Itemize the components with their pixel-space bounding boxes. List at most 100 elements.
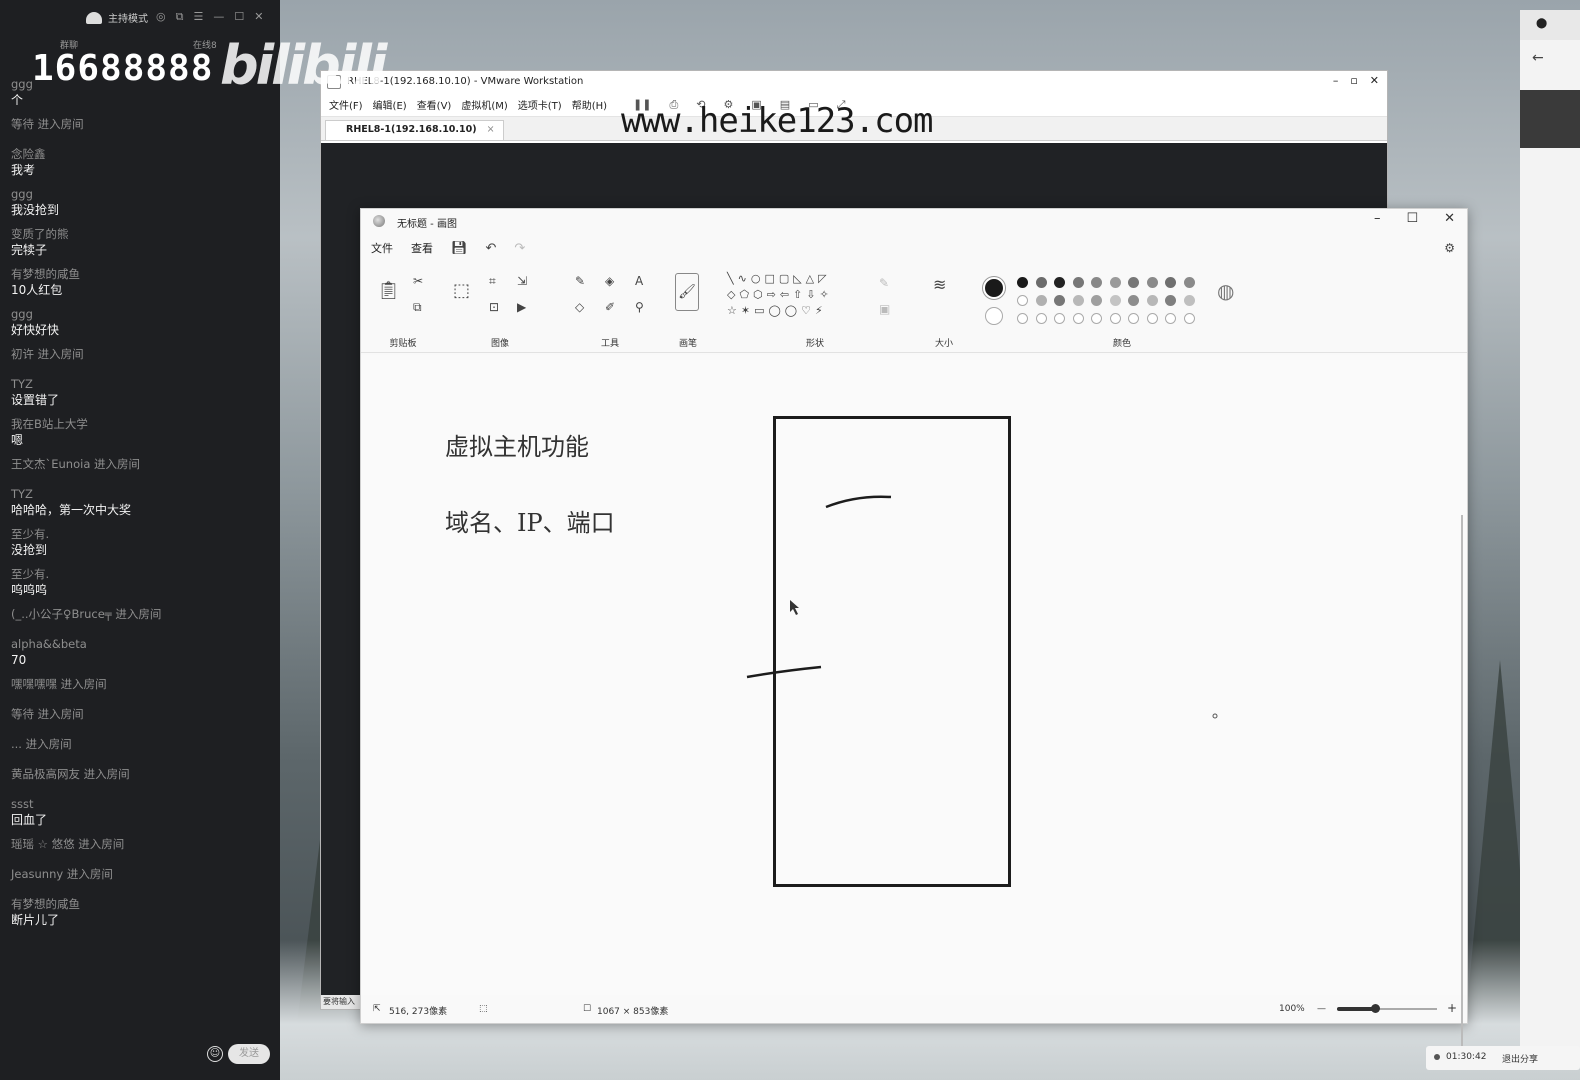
custom-color-slot[interactable]	[1146, 313, 1158, 324]
maximize-icon[interactable]: ☐	[234, 10, 244, 24]
chat-username[interactable]: (_..小公子♀Bruce╤	[11, 607, 112, 621]
custom-color-slot[interactable]	[1017, 313, 1028, 324]
palette-swatch[interactable]	[1165, 295, 1176, 306]
crop-icon[interactable]: ⌗	[489, 275, 496, 287]
chat-username[interactable]: ggg	[11, 306, 273, 322]
shapes-row-2[interactable]: ◇⬠⬡⇨⇦⇧⇩✧	[727, 289, 833, 301]
brush-icon[interactable]: 🖌︎	[675, 273, 699, 311]
palette-swatch[interactable]	[1183, 277, 1195, 288]
paste-icon[interactable]: 📋︎	[377, 282, 400, 300]
chat-username[interactable]: alpha&&beta	[11, 636, 273, 652]
menu-file[interactable]: 文件(F)	[329, 97, 363, 112]
canvas-scrollbar[interactable]	[1461, 515, 1463, 1065]
palette-swatch[interactable]	[1054, 277, 1065, 288]
edit-colors-icon[interactable]: ◍	[1217, 281, 1234, 301]
chat-username[interactable]: 瑶瑶 ☆ 悠悠	[11, 837, 75, 851]
minimize-icon[interactable]: –	[1333, 74, 1339, 87]
chat-username[interactable]: 初许	[11, 347, 34, 361]
menu-icon[interactable]: ☰	[193, 10, 203, 24]
palette-swatch[interactable]	[1017, 295, 1028, 306]
chat-username[interactable]: Jeasunny	[11, 867, 63, 881]
vm-tab[interactable]: RHEL8-1(192.168.10.10) ×	[325, 120, 504, 140]
custom-color-slot[interactable]	[1072, 313, 1084, 324]
menu-view[interactable]: 查看(V)	[417, 97, 452, 112]
custom-color-slot[interactable]	[1054, 313, 1065, 324]
custom-color-slot[interactable]	[1091, 313, 1102, 324]
cut-icon[interactable]: ✂	[413, 275, 423, 287]
close-icon[interactable]: ×	[487, 124, 495, 135]
chat-username[interactable]: TYZ	[11, 486, 273, 502]
stroke-size-icon[interactable]: ≋	[933, 277, 946, 293]
custom-color-slot[interactable]	[1035, 313, 1047, 324]
emoji-icon[interactable]: ☺	[207, 1046, 223, 1062]
zoom-slider[interactable]	[1337, 1004, 1437, 1013]
back-arrow-icon[interactable]: ←	[1532, 50, 1544, 66]
rotate-icon[interactable]: ▶	[517, 301, 526, 313]
chat-username[interactable]: 念险鑫	[11, 146, 273, 162]
menu-edit[interactable]: 编辑(E)	[373, 97, 407, 112]
paint-menu-view[interactable]: 查看	[411, 240, 433, 256]
pencil-icon[interactable]: ✎	[575, 275, 585, 287]
paint-canvas[interactable]: 虚拟主机功能 域名、IP、端口	[361, 355, 1467, 1065]
select-icon[interactable]: ⬚	[453, 282, 470, 300]
shape-outline-icon[interactable]: ✎	[879, 277, 889, 289]
color-picker-icon[interactable]: ✐	[605, 301, 615, 313]
custom-color-slot[interactable]	[1165, 313, 1176, 324]
redo-icon[interactable]: ↷	[514, 241, 525, 256]
zoom-in-icon[interactable]: +	[1447, 1001, 1457, 1015]
palette-swatch[interactable]	[1109, 277, 1121, 288]
palette-swatch[interactable]	[1128, 295, 1139, 306]
chat-username[interactable]: 黄品极高网友	[11, 767, 80, 781]
host-mode[interactable]: 主持模式	[86, 10, 148, 25]
chat-username[interactable]: TYZ	[11, 376, 273, 392]
chat-username[interactable]: 有梦想的咸鱼	[11, 896, 273, 912]
popout-icon[interactable]: ⧉	[176, 10, 184, 24]
exit-share-button[interactable]: 退出分享	[1502, 1052, 1538, 1065]
fill-icon[interactable]: ◈	[605, 275, 614, 287]
magnifier-icon[interactable]: ⚲	[635, 301, 644, 313]
palette-swatch[interactable]	[1165, 277, 1176, 288]
chat-username[interactable]: ...	[11, 737, 22, 751]
palette-swatch[interactable]	[1146, 295, 1158, 306]
palette-swatch[interactable]	[1091, 277, 1102, 288]
image-search-icon[interactable]: ⊡	[489, 301, 499, 313]
paint-menu-file[interactable]: 文件	[371, 240, 393, 256]
chat-username[interactable]: 王文杰`Eunoia	[11, 457, 90, 471]
palette-swatch[interactable]	[1035, 295, 1047, 306]
minimize-icon[interactable]: –	[1374, 211, 1381, 226]
minimize-icon[interactable]: —	[213, 10, 224, 24]
maximize-icon[interactable]: ☐	[1406, 211, 1418, 226]
palette-swatch[interactable]	[1128, 277, 1139, 288]
primary-color[interactable]	[983, 277, 1005, 299]
settings-icon[interactable]: ◎	[156, 10, 166, 24]
maximize-icon[interactable]: ▫	[1350, 74, 1357, 87]
chat-username[interactable]: 至少有.	[11, 566, 273, 582]
close-icon[interactable]: ✕	[1370, 74, 1379, 87]
menu-vm[interactable]: 虚拟机(M)	[461, 97, 507, 112]
zoom-out-icon[interactable]: —	[1317, 1004, 1326, 1014]
palette-swatch[interactable]	[1017, 277, 1028, 288]
chat-username[interactable]: 等待	[11, 707, 34, 721]
palette-swatch[interactable]	[1054, 295, 1065, 306]
secondary-color[interactable]	[985, 307, 1003, 325]
chat-username[interactable]: 变质了的熊	[11, 226, 273, 242]
chat-username[interactable]: 有梦想的咸鱼	[11, 266, 273, 282]
chat-username[interactable]: 我在B站上大学	[11, 416, 273, 432]
text-icon[interactable]: A	[635, 275, 643, 287]
palette-swatch[interactable]	[1109, 295, 1121, 306]
shape-fill-icon[interactable]: ▣	[879, 303, 890, 315]
palette-swatch[interactable]	[1072, 277, 1084, 288]
chat-username[interactable]: 嘿嘿嘿嘿	[11, 677, 57, 691]
palette-swatch[interactable]	[1183, 295, 1195, 306]
custom-color-slot[interactable]	[1109, 313, 1121, 324]
resize-icon[interactable]: ⇲	[517, 275, 527, 287]
browser-tab[interactable]: ⬤	[1520, 10, 1580, 40]
send-button[interactable]: 发送	[228, 1044, 270, 1064]
chat-username[interactable]: ssst	[11, 796, 273, 812]
settings-icon[interactable]: ⚙	[1444, 241, 1455, 255]
palette-swatch[interactable]	[1035, 277, 1047, 288]
palette-swatch[interactable]	[1091, 295, 1102, 306]
copy-icon[interactable]: ⧉	[413, 301, 422, 313]
menu-help[interactable]: 帮助(H)	[572, 97, 607, 112]
close-icon[interactable]: ✕	[254, 10, 263, 24]
